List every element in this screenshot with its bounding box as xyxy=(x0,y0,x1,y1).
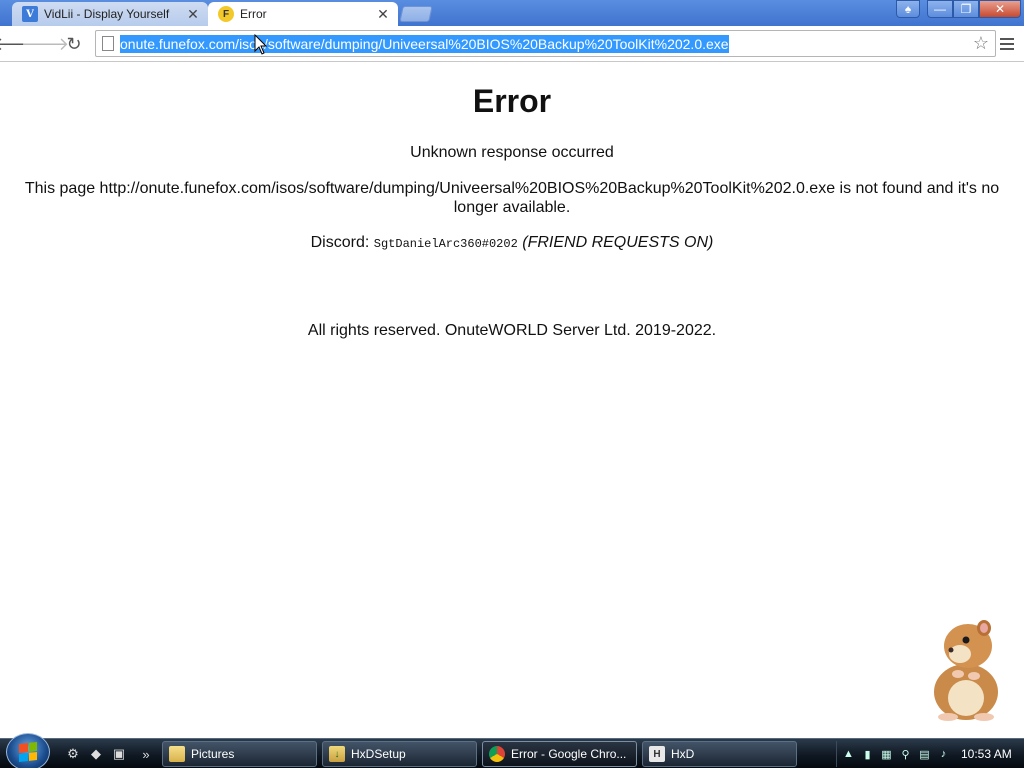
clock[interactable]: 10:53 AM xyxy=(961,747,1012,761)
not-found-message: This page http://onute.funefox.com/isos/… xyxy=(24,180,1000,216)
taskbar-item-label: HxD xyxy=(671,747,695,761)
maximize-button[interactable]: ❐ xyxy=(953,0,979,18)
tab-strip: V VidLii - Display Yourself ✕ F Error ✕ … xyxy=(0,0,1024,26)
minimize-button[interactable]: — xyxy=(927,0,953,18)
tray-app-icon[interactable]: ▦ xyxy=(879,747,894,762)
show-desktop-icon[interactable]: ▣ xyxy=(110,745,128,763)
discord-label: Discord: xyxy=(310,234,370,251)
url-text[interactable]: onute.funefox.com/isos/software/dumping/… xyxy=(120,34,729,53)
hxd-icon: H xyxy=(649,746,665,762)
chrome-icon xyxy=(489,746,505,762)
page-title: Error xyxy=(472,83,552,119)
discord-handle: SgtDanielArc360#0202 xyxy=(373,237,518,251)
hxd-setup-icon: ↓ xyxy=(329,746,345,762)
tab-error[interactable]: F Error ✕ xyxy=(208,2,398,26)
hamster-icon[interactable] xyxy=(918,614,1008,722)
quicklaunch-gear-icon[interactable]: ⚙ xyxy=(64,745,82,763)
taskbar-item-hxd[interactable]: H HxD xyxy=(642,741,797,767)
tab-vidlii[interactable]: V VidLii - Display Yourself ✕ xyxy=(12,2,208,26)
menu-button[interactable] xyxy=(998,35,1016,53)
taskbar-item-hxdsetup[interactable]: ↓ HxDSetup xyxy=(322,741,477,767)
chevron-right-icon[interactable]: » xyxy=(140,745,152,763)
volume-icon[interactable]: ♪ xyxy=(936,747,951,762)
start-button[interactable] xyxy=(6,733,50,768)
mouse-cursor-icon xyxy=(254,34,268,55)
taskbar-item-label: Error - Google Chro... xyxy=(511,747,627,761)
search-icon[interactable]: ⚲ xyxy=(898,747,913,762)
user-icon[interactable]: ♠ xyxy=(896,0,920,18)
forward-button[interactable]: 🡒 xyxy=(21,32,69,56)
error-subheading: Unknown response occurred xyxy=(410,144,614,161)
taskbar: ⚙ ◆ ▣ » Pictures ↓ HxDSetup Error - Goog… xyxy=(0,733,1024,768)
quicklaunch-shield-icon[interactable]: ◆ xyxy=(87,745,105,763)
new-tab-button[interactable] xyxy=(399,6,433,22)
system-tray: ▲ ▮ ▦ ⚲ ▤ ♪ 10:53 AM xyxy=(836,741,1022,767)
folder-icon xyxy=(169,746,185,762)
vidlii-icon: V xyxy=(22,6,38,22)
network-icon[interactable]: ▲ xyxy=(841,747,856,762)
usb-icon[interactable]: ▮ xyxy=(860,747,875,762)
taskbar-item-chrome[interactable]: Error - Google Chro... xyxy=(482,741,637,767)
taskbar-item-pictures[interactable]: Pictures xyxy=(162,741,317,767)
close-icon[interactable]: ✕ xyxy=(186,6,200,23)
discord-line: Discord: SgtDanielArc360#0202 (FRIEND RE… xyxy=(0,234,1024,252)
tab-title: VidLii - Display Yourself xyxy=(44,7,170,21)
discord-note: (FRIEND REQUESTS ON) xyxy=(522,234,714,251)
browser-toolbar: 🡐 🡒 ↻ onute.funefox.com/isos/software/du… xyxy=(0,26,1024,62)
windows-logo-icon xyxy=(19,742,37,762)
bookmark-star-icon[interactable]: ☆ xyxy=(973,33,989,54)
display-icon[interactable]: ▤ xyxy=(917,747,932,762)
address-bar[interactable]: onute.funefox.com/isos/software/dumping/… xyxy=(95,30,996,57)
fox-icon: F xyxy=(218,6,234,22)
taskbar-item-label: Pictures xyxy=(191,747,235,761)
reload-button[interactable]: ↻ xyxy=(62,32,86,56)
close-icon[interactable]: ✕ xyxy=(376,6,390,23)
copyright-text: All rights reserved. OnuteWORLD Server L… xyxy=(307,322,717,339)
close-window-button[interactable]: ✕ xyxy=(979,0,1021,18)
page-content: Error Unknown response occurred This pag… xyxy=(0,62,1024,738)
tab-title: Error xyxy=(240,7,267,21)
page-icon xyxy=(102,36,114,51)
taskbar-item-label: HxDSetup xyxy=(351,747,406,761)
